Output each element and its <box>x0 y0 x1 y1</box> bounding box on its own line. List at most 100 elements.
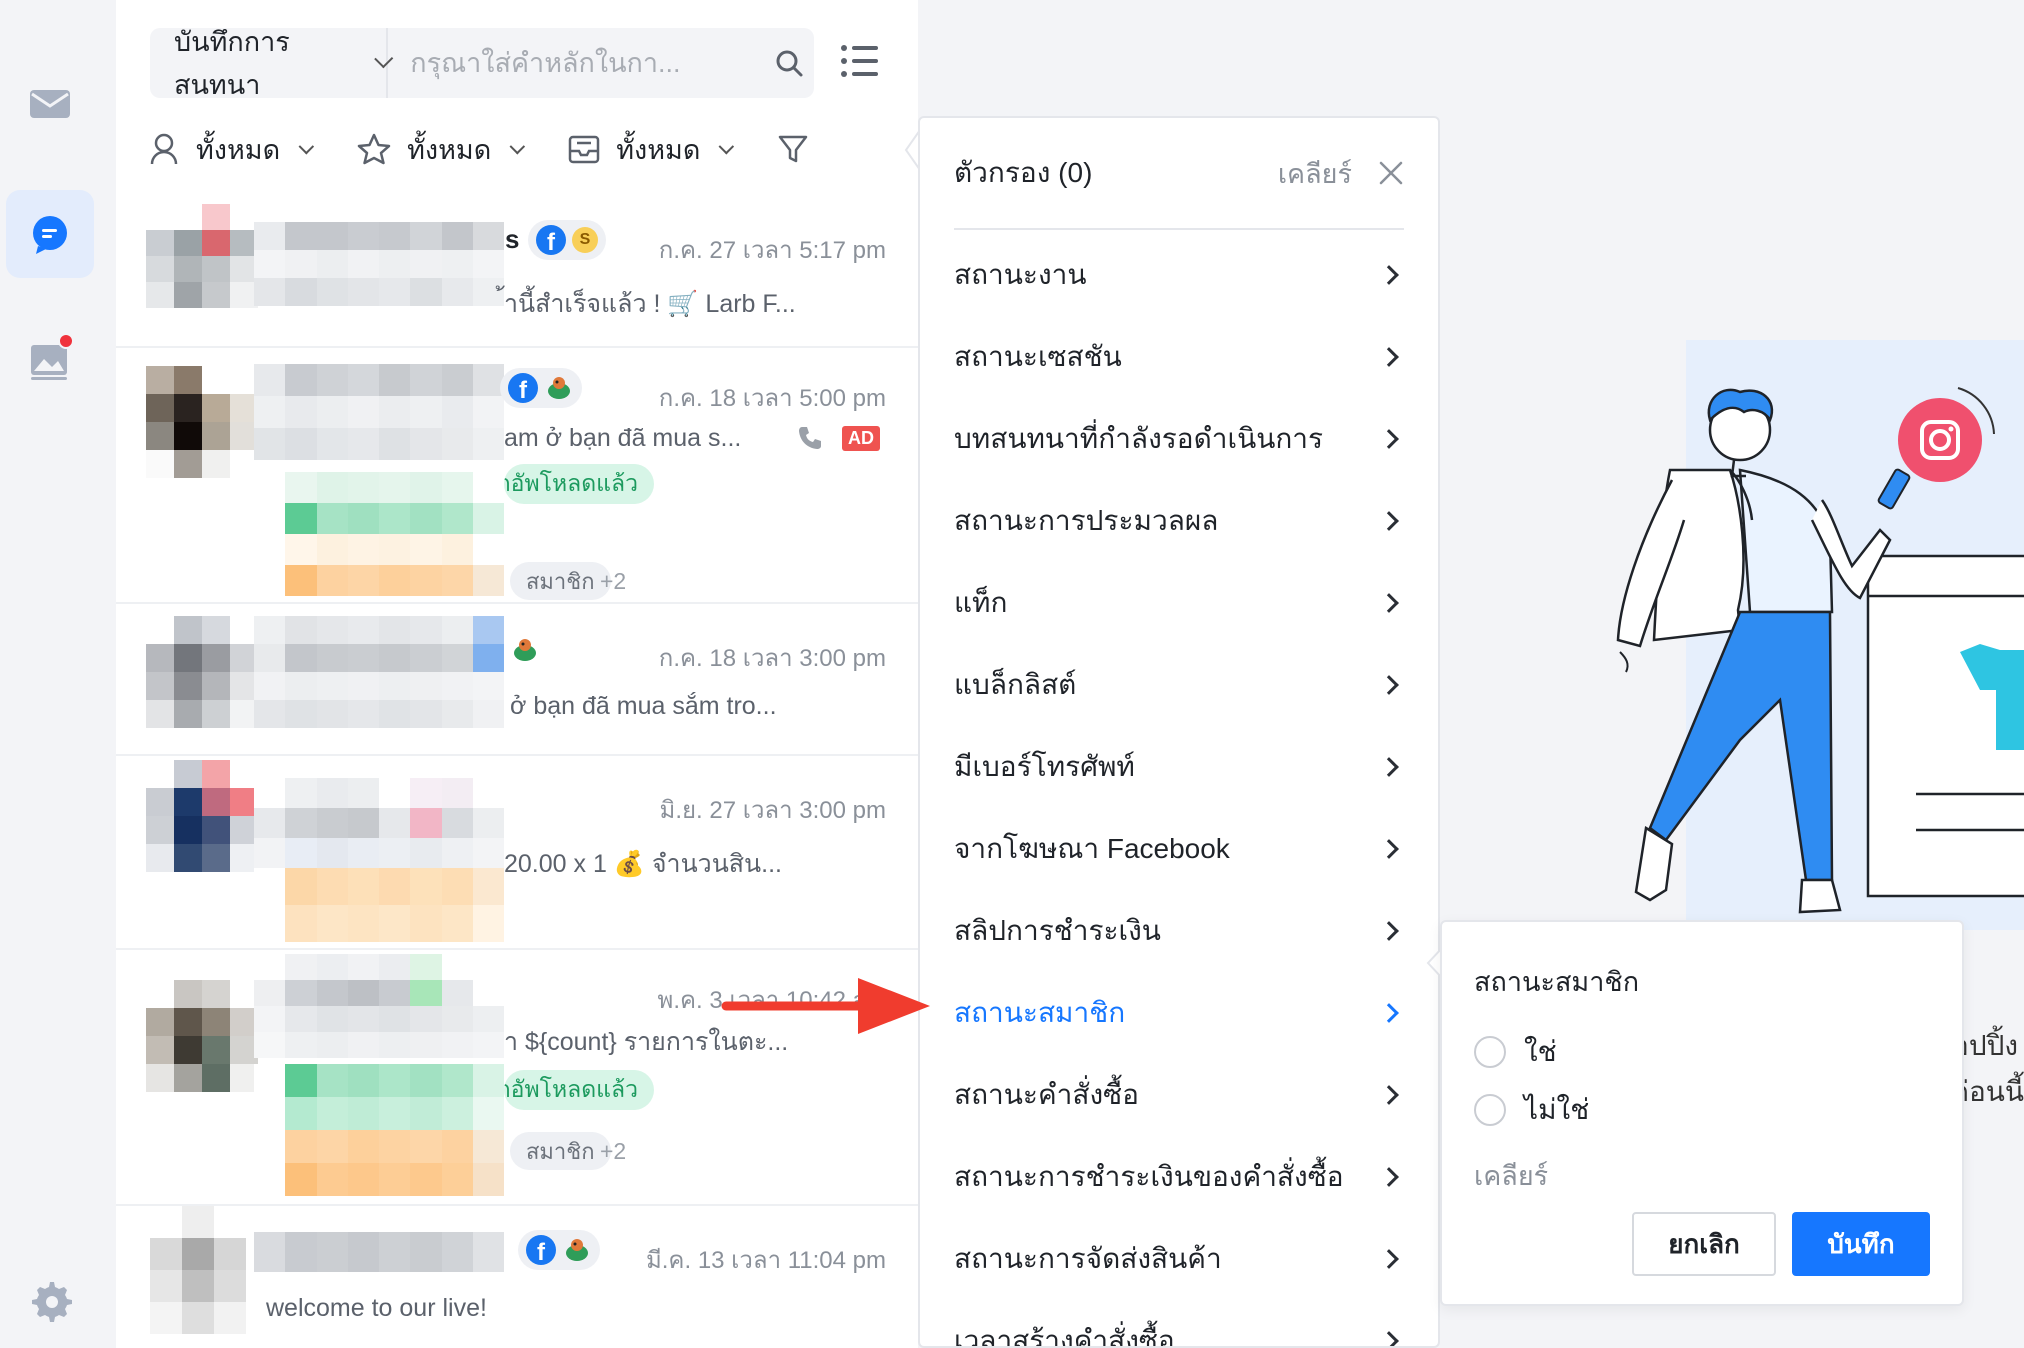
media-nav-button[interactable] <box>6 315 94 403</box>
filter-item-label: สถานะเซสชัน <box>954 341 1122 372</box>
left-rail <box>0 0 116 1348</box>
filter-item-label: สถานะงาน <box>954 259 1087 290</box>
filter-item-order-created-time[interactable]: เวลาสร้างคำสั่งซื้อ <box>954 1300 1404 1346</box>
close-icon[interactable] <box>1378 160 1404 186</box>
member-tag: สมาชิก <box>510 1132 611 1170</box>
conversation-preview: welcome to our live! <box>266 1294 487 1322</box>
filter-clear-button[interactable]: เคลียร์ <box>1278 152 1352 195</box>
filter-item-label: มีเบอร์โทรศัพท์ <box>954 751 1135 782</box>
filter-panel: ตัวกรอง (0) เคลียร์ สถานะงาน สถานะเซสชัน… <box>918 116 1440 1348</box>
filter-item-tag[interactable]: แท็ก <box>954 562 1404 644</box>
mail-nav-button[interactable] <box>6 60 94 148</box>
conversation-row[interactable]: s f S ก.ค. 27 เวลา 5:17 pm ้านี้สำเร็จแล… <box>116 196 918 348</box>
phone-icon <box>799 427 821 449</box>
facebook-icon: f <box>526 1235 556 1265</box>
filter-item-blacklist[interactable]: แบล็กลิสต์ <box>954 644 1404 726</box>
conversation-row[interactable]: f มี.ค. 13 เวลา 11:04 pm welcome to our … <box>116 1206 918 1348</box>
turtle-badge-icon <box>548 377 570 399</box>
avatar <box>146 616 258 728</box>
member-no-option[interactable]: ไม่ใช่ <box>1474 1088 1589 1132</box>
blurred-name <box>254 778 504 868</box>
filter-item-processing-status[interactable]: สถานะการประมวลผล <box>954 480 1404 562</box>
search-scope-select[interactable]: บันทึกการสนทนา <box>150 27 394 100</box>
avatar <box>146 760 258 872</box>
avatar <box>150 1206 246 1334</box>
member-clear-button[interactable]: เคลียร์ <box>1474 1154 1548 1197</box>
conversation-row[interactable]: f ก.ค. 18 เวลา 5:00 pm am ở bạn đã mua s… <box>116 348 918 604</box>
filter-item-order-status[interactable]: สถานะคำสั่งซื้อ <box>954 1054 1404 1136</box>
chevron-right-icon <box>1379 593 1399 613</box>
chat-nav-button[interactable] <box>6 190 94 278</box>
settings-nav-button[interactable] <box>6 1256 94 1344</box>
chevron-down-icon <box>509 138 526 154</box>
uploaded-tag-label: ข้อมูลถูกอัพโหลดแล้ว <box>504 1076 638 1102</box>
member-tag: สมาชิก <box>510 562 611 600</box>
search-input[interactable] <box>388 28 765 98</box>
notification-dot <box>58 333 74 349</box>
filter-item-has-phone[interactable]: มีเบอร์โทรศัพท์ <box>954 726 1404 808</box>
chevron-right-icon <box>1379 675 1399 695</box>
conversation-preview: ở bạn đã mua sắm tro... <box>510 692 777 720</box>
search-scope-label: บันทึกการสนทนา <box>174 27 290 100</box>
channel-badges: f <box>500 368 582 408</box>
uploaded-tag: ข้อมูลถูกอัพโหลดแล้ว <box>504 464 654 504</box>
blurred-name <box>254 616 504 728</box>
uploaded-tag-label: ข้อมูลถูกอัพโหลดแล้ว <box>504 470 638 496</box>
facebook-icon: f <box>508 373 538 403</box>
person-with-phone-illustration <box>1616 340 2024 930</box>
conversation-row[interactable]: มิ.ย. 27 เวลา 3:00 pm 20.00 x 1 💰 จำนวนส… <box>116 756 918 950</box>
inbox-icon <box>569 135 600 164</box>
member-yes-option[interactable]: ใช่ <box>1474 1030 1557 1074</box>
channel-badges: f <box>518 1230 600 1270</box>
filter-item-label: แบล็กลิสต์ <box>954 669 1077 700</box>
annotation-arrow <box>721 978 930 1034</box>
starred-filter[interactable]: ทั้งหมด <box>357 128 526 171</box>
app-window: บันทึกการสนทนา ทั้งหมด <box>0 0 2024 1348</box>
conversation-row[interactable]: ก.ค. 18 เวลา 3:00 pm ở bạn đã mua sắm tr… <box>116 604 918 756</box>
search-button[interactable] <box>764 48 814 78</box>
filter-item-session-status[interactable]: สถานะเซสชัน <box>954 316 1404 398</box>
filter-item-member-status[interactable]: สถานะสมาชิก <box>954 972 1404 1054</box>
filter-item-from-facebook-ad[interactable]: จากโฆษณา Facebook <box>954 808 1404 890</box>
filter-item-shipping-status[interactable]: สถานะการจัดส่งสินค้า <box>954 1218 1404 1300</box>
quick-filter-bar: ทั้งหมด ทั้งหมด ทั้งหมด <box>150 124 910 174</box>
chevron-down-icon <box>298 138 315 154</box>
conversation-time: ก.ค. 27 เวลา 5:17 pm <box>658 237 886 264</box>
conversation-preview: am ở bạn đã mua s... <box>504 424 742 452</box>
list-view-icon[interactable] <box>840 44 880 78</box>
chevron-right-icon <box>1379 921 1399 941</box>
filter-item-payment-slip[interactable]: สลิปการชำระเงิน <box>954 890 1404 972</box>
chevron-down-icon <box>718 138 735 154</box>
s-badge-icon: S <box>572 227 598 253</box>
conversation-preview: 20.00 x 1 💰 จำนวนสิน... <box>504 850 782 878</box>
channel-badges: f S <box>528 220 606 260</box>
radio-label: ไม่ใช่ <box>1524 1094 1590 1125</box>
chevron-right-icon <box>1379 1003 1399 1023</box>
turtle-badge-icon <box>514 639 536 661</box>
assignee-filter-label: ทั้งหมด <box>196 134 281 165</box>
member-tag-label: สมาชิก <box>526 568 595 594</box>
filter-item-label: สถานะสมาชิก <box>954 997 1126 1028</box>
chevron-right-icon <box>1379 839 1399 859</box>
cancel-button[interactable]: ยกเลิก <box>1632 1212 1776 1276</box>
filter-item-job-status[interactable]: สถานะงาน <box>954 234 1404 316</box>
more-tags-count: +2 <box>600 568 627 594</box>
contact-name-suffix: s <box>505 224 520 254</box>
search-icon <box>776 50 803 77</box>
radio-button[interactable] <box>1474 1036 1506 1068</box>
inbox-filter[interactable]: ทั้งหมด <box>568 128 735 171</box>
radio-button[interactable] <box>1474 1094 1506 1126</box>
assignee-filter[interactable]: ทั้งหมด <box>150 128 315 171</box>
member-tag-label: สมาชิก <box>526 1138 595 1164</box>
person-icon <box>150 133 178 165</box>
filter-item-pending-conversations[interactable]: บทสนทนาที่กำลังรอดำเนินการ <box>954 398 1404 480</box>
chevron-right-icon <box>1379 347 1399 367</box>
ad-badge: AD <box>842 426 880 451</box>
conversation-time: มิ.ย. 27 เวลา 3:00 pm <box>659 797 887 824</box>
filter-item-order-payment-status[interactable]: สถานะการชำระเงินของคำสั่งซื้อ <box>954 1136 1404 1218</box>
blurred-name <box>254 222 504 306</box>
chevron-right-icon <box>1379 1249 1399 1269</box>
conversation-panel: บันทึกการสนทนา ทั้งหมด <box>116 0 918 1348</box>
save-button[interactable]: บันทึก <box>1792 1212 1930 1276</box>
funnel-filter-icon[interactable] <box>777 133 809 165</box>
